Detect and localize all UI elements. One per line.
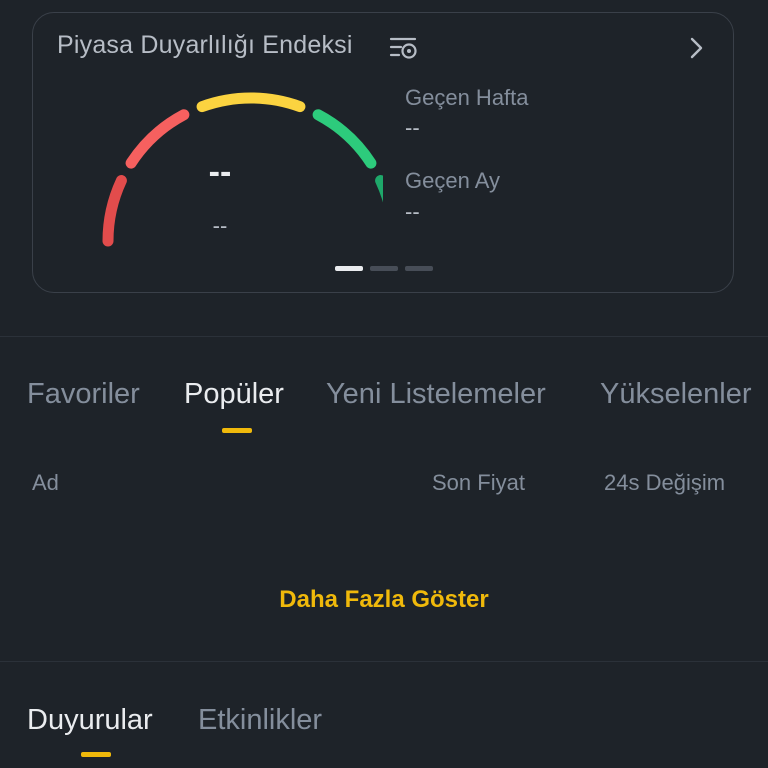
tab-events[interactable]: Etkinlikler xyxy=(198,704,322,737)
pagination-dot[interactable] xyxy=(335,266,363,271)
gauge-label: -- xyxy=(212,213,228,238)
tab-new-listings[interactable]: Yeni Listelemeler xyxy=(326,378,546,411)
section-divider xyxy=(0,661,768,662)
market-tabs: Favoriler Popüler Yeni Listelemeler Yüks… xyxy=(0,378,768,438)
tab-favorites[interactable]: Favoriler xyxy=(27,378,140,411)
settings-filter-icon[interactable] xyxy=(389,33,419,63)
column-header-name: Ad xyxy=(32,470,59,495)
sentiment-title: Piyasa Duyarlılığı Endeksi xyxy=(57,31,353,59)
tab-gainers[interactable]: Yükselenler xyxy=(600,378,752,411)
card-pagination[interactable] xyxy=(335,266,433,271)
last-month-label: Geçen Ay xyxy=(405,168,500,193)
last-month-value: -- xyxy=(405,199,420,224)
gauge-segment xyxy=(102,175,127,247)
show-more-button[interactable]: Daha Fazla Göster xyxy=(234,586,534,614)
gauge-value: -- xyxy=(208,153,232,191)
tab-popular[interactable]: Popüler xyxy=(184,378,284,411)
column-header-change[interactable]: 24s Değişim xyxy=(604,470,725,496)
column-header-price[interactable]: Son Fiyat xyxy=(432,470,525,496)
section-divider xyxy=(0,336,768,337)
active-tab-indicator xyxy=(81,752,111,757)
home-screen: Piyasa Duyarlılığı Endeksi -- -- Geçen H… xyxy=(0,0,768,768)
active-tab-indicator xyxy=(222,428,252,433)
news-tabs: Duyurular Etkinlikler xyxy=(0,704,768,764)
last-week-label: Geçen Hafta xyxy=(405,85,529,110)
pagination-dot[interactable] xyxy=(370,266,398,271)
tab-announcements[interactable]: Duyurular xyxy=(27,704,153,737)
gauge-segment xyxy=(375,175,383,203)
pagination-dot[interactable] xyxy=(405,266,433,271)
gauge-segment xyxy=(196,92,306,113)
market-sentiment-card[interactable]: Piyasa Duyarlılığı Endeksi -- -- Geçen H… xyxy=(32,12,734,293)
chevron-right-icon[interactable] xyxy=(685,35,707,61)
last-week-value: -- xyxy=(405,115,420,140)
gauge-segment xyxy=(312,109,377,169)
